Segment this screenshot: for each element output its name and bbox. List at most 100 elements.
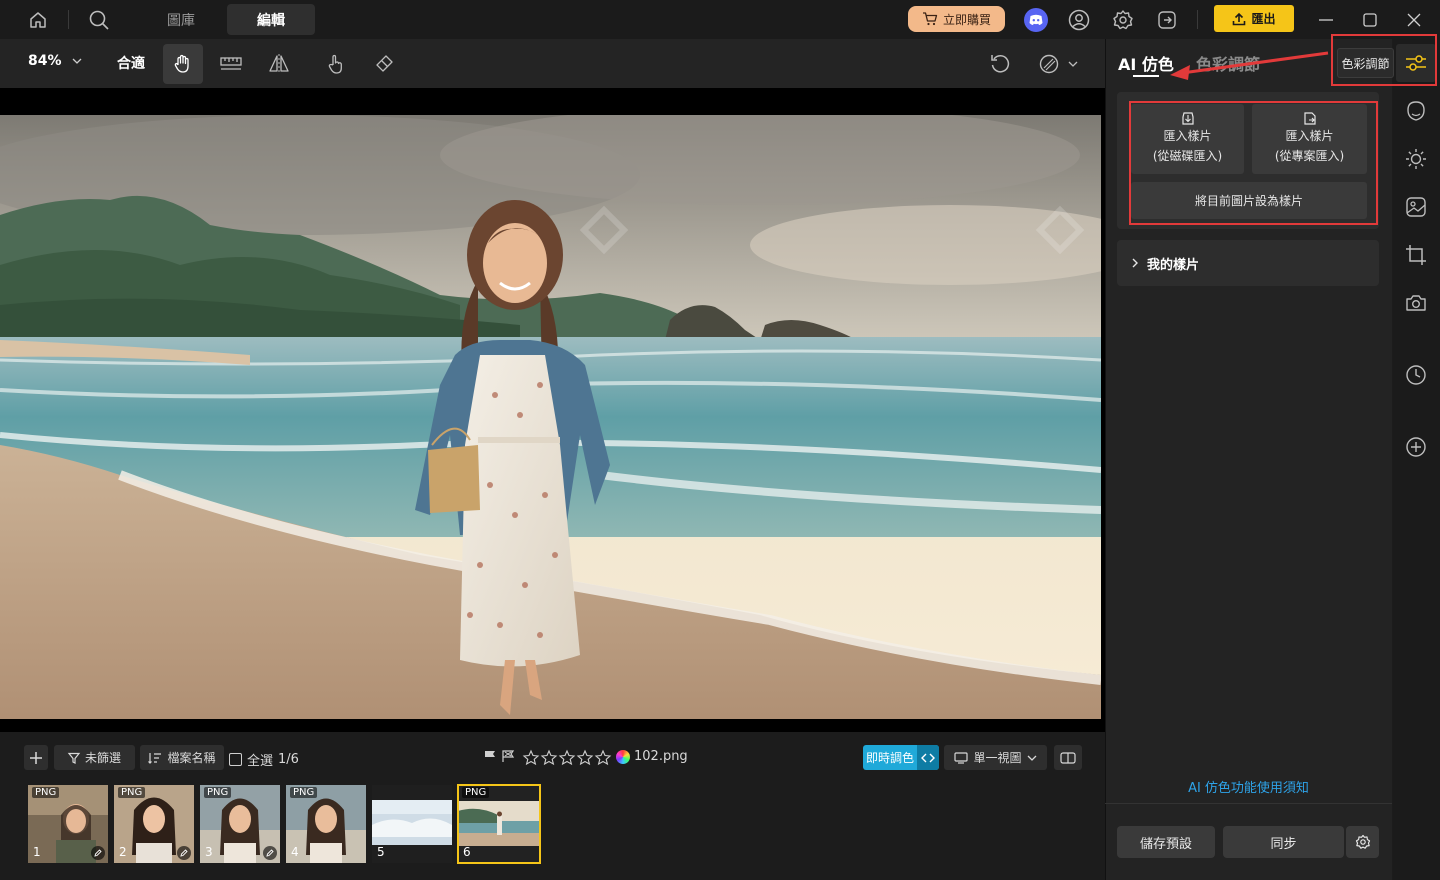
import-sample-card: 匯入樣片 (從磁碟匯入) 匯入樣片 (從專案匯入) 將目前圖片設為樣片 — [1117, 92, 1379, 229]
split-view-icon — [1060, 751, 1076, 764]
disk-import-icon — [1181, 112, 1194, 125]
save-preset-button[interactable]: 儲存預設 — [1117, 826, 1215, 858]
filename: 102.png — [634, 749, 688, 764]
star-icon[interactable] — [540, 749, 558, 766]
eraser-tool[interactable] — [364, 44, 404, 84]
rotate-button[interactable] — [980, 44, 1020, 84]
home-icon[interactable] — [25, 7, 51, 33]
image-adjust-icon[interactable] — [1402, 193, 1430, 221]
fit-label: 合適 — [117, 56, 145, 72]
file-type-badge: PNG — [118, 787, 146, 798]
crop-icon[interactable] — [1402, 241, 1430, 269]
mask-icon — [1039, 54, 1059, 74]
thumbnail-3[interactable]: PNG 3 — [200, 785, 280, 863]
file-info: 102.png — [616, 749, 688, 764]
settings-icon[interactable] — [1110, 7, 1136, 33]
export-button[interactable]: 匯出 — [1214, 5, 1294, 32]
my-samples-label: 我的樣片 — [1147, 257, 1200, 273]
buy-now-label: 立即購買 — [942, 12, 991, 27]
minimize-icon[interactable] — [1313, 7, 1339, 33]
zoom-dropdown[interactable]: 84% — [28, 53, 82, 69]
tab-library[interactable]: 圖庫 — [146, 4, 216, 35]
hand-tool[interactable] — [163, 44, 203, 84]
thumbnail-number: 1 — [33, 845, 41, 859]
chevron-down-icon — [1068, 61, 1078, 67]
thumbnail-2[interactable]: PNG 2 — [114, 785, 194, 863]
star-icon[interactable] — [576, 749, 594, 766]
add-plugin-icon[interactable] — [1402, 433, 1430, 461]
single-view-icon — [954, 751, 969, 764]
star-icon[interactable] — [558, 749, 576, 766]
camera-icon[interactable] — [1402, 289, 1430, 317]
file-type-badge: PNG — [32, 787, 60, 798]
color-adjust-icon[interactable] — [1402, 49, 1430, 77]
cart-icon — [922, 12, 938, 26]
hand-icon — [174, 54, 189, 73]
flip-icon — [269, 54, 289, 74]
select-all-checkbox[interactable]: 全選 1/6 — [229, 750, 299, 769]
color-adjust-tooltip: 色彩調節 — [1337, 48, 1394, 78]
touch-tool[interactable] — [316, 44, 356, 84]
thumbnail-number: 4 — [291, 845, 299, 859]
plus-icon — [30, 751, 42, 764]
star-icon[interactable] — [522, 749, 540, 766]
close-icon[interactable] — [1401, 7, 1427, 33]
thumbnail-4[interactable]: PNG 4 — [286, 785, 366, 863]
thumbnail-1[interactable]: PNG 1 — [28, 785, 108, 863]
sign-out-icon[interactable] — [1154, 7, 1180, 33]
select-all-label: 全選 — [247, 754, 274, 769]
sync-button[interactable]: 同步 — [1223, 826, 1344, 858]
tab-edit[interactable]: 編輯 — [227, 4, 315, 35]
color-adjust-tooltip-label: 色彩調節 — [1341, 56, 1390, 71]
filter-button[interactable]: 未篩選 — [54, 745, 135, 770]
sync-settings-button[interactable] — [1346, 826, 1379, 858]
sort-button[interactable]: 檔案名稱 — [140, 745, 224, 770]
filter-label: 未篩選 — [84, 751, 121, 765]
chevron-down-icon — [1027, 755, 1036, 761]
compare-view-button[interactable] — [1054, 745, 1082, 770]
history-icon[interactable] — [1402, 361, 1430, 389]
light-icon[interactable] — [1402, 145, 1430, 173]
selection-count: 1/6 — [278, 752, 299, 767]
ai-color-match-help-link[interactable]: AI 仿色功能使用須知 — [1105, 777, 1392, 796]
my-samples-section[interactable]: 我的樣片 — [1117, 240, 1379, 286]
mask-dropdown[interactable] — [1028, 44, 1088, 84]
realtime-color-toggle[interactable]: 即時調色 — [863, 745, 939, 770]
maximize-icon[interactable] — [1357, 7, 1383, 33]
edited-icon — [263, 846, 277, 860]
import-from-disk-button[interactable]: 匯入樣片 (從磁碟匯入) — [1131, 104, 1244, 174]
tab-library-label: 圖庫 — [167, 12, 195, 29]
straighten-tool[interactable] — [211, 44, 251, 84]
import-from-project-button[interactable]: 匯入樣片 (從專案匯入) — [1252, 104, 1367, 174]
view-mode-label: 單一視圖 — [973, 751, 1022, 765]
color-label-icon[interactable] — [616, 749, 630, 764]
flag-pick-icon[interactable] — [483, 749, 497, 763]
annotation-arrow — [1170, 51, 1329, 80]
save-preset-label: 儲存預設 — [1139, 836, 1192, 852]
retouch-icon[interactable] — [1402, 97, 1430, 125]
import-disk-label: 匯入樣片 — [1163, 129, 1212, 143]
view-mode-dropdown[interactable]: 單一視圖 — [944, 745, 1047, 770]
rating-stars[interactable] — [522, 749, 612, 766]
code-arrows-icon — [917, 745, 939, 770]
file-type-badge: PNG — [290, 787, 318, 798]
star-icon[interactable] — [594, 749, 612, 766]
add-photo-button[interactable] — [24, 745, 48, 770]
thumbnail-5[interactable]: 5 — [372, 785, 452, 863]
filmstrip: PNG 1 PNG 2 PNG 3 PNG 4 5 PNG 6 — [0, 780, 1105, 880]
file-type-badge: PNG — [204, 787, 232, 798]
app-window: 圖庫 編輯 立即購買 匯出 84% 合適 未篩選 檔案名稱 全選 1/6 102… — [0, 0, 1440, 880]
account-icon[interactable] — [1066, 7, 1092, 33]
bottom-bar: 未篩選 檔案名稱 全選 1/6 102.png 即時調色 單一視圖 — [0, 740, 1105, 775]
discord-icon[interactable] — [1023, 7, 1049, 33]
image-canvas[interactable] — [0, 88, 1105, 732]
thumbnail-6[interactable]: PNG 6 — [457, 784, 541, 864]
project-import-icon — [1303, 112, 1316, 125]
fit-button[interactable]: 合適 — [117, 53, 145, 73]
flag-reject-icon[interactable] — [501, 749, 515, 763]
buy-now-button[interactable]: 立即購買 — [908, 6, 1005, 32]
search-icon[interactable] — [86, 7, 112, 33]
flip-tool[interactable] — [259, 44, 299, 84]
set-current-as-sample-button[interactable]: 將目前圖片設為樣片 — [1131, 182, 1367, 219]
thumbnail-number: 2 — [119, 845, 127, 859]
